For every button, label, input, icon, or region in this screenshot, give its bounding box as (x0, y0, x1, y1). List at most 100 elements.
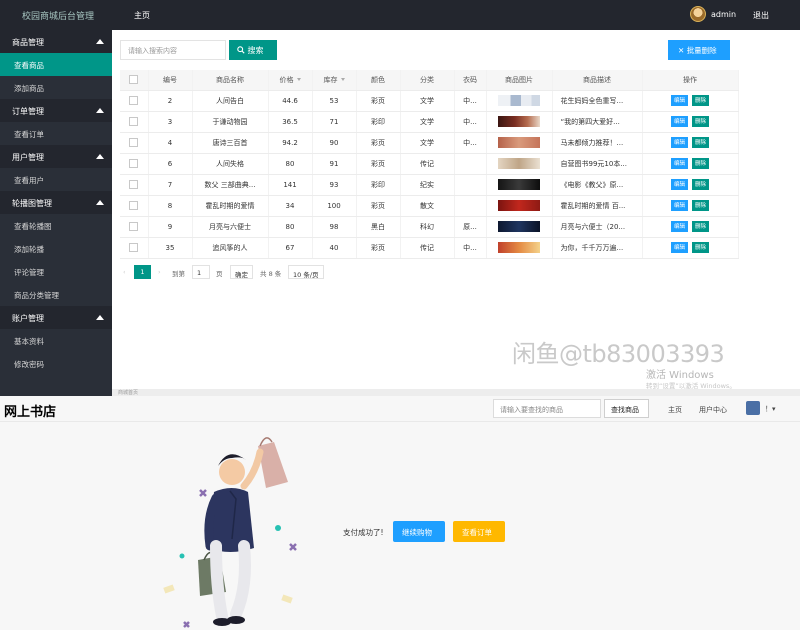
col-stock[interactable]: 库存 (312, 70, 357, 91)
sort-icon[interactable] (340, 78, 345, 82)
sidebar-group[interactable]: 轮播图管理 (0, 191, 112, 214)
chevron-up-icon (96, 315, 104, 320)
product-image (498, 242, 540, 253)
row-checkbox[interactable] (120, 90, 149, 112)
page-1[interactable]: 1 (134, 265, 151, 279)
delete-button[interactable]: 删除 (692, 95, 710, 106)
col-price[interactable]: 价格 (268, 70, 313, 91)
sidebar-item[interactable]: 商品分类管理 (0, 283, 112, 306)
cell-price: 44.6 (268, 90, 313, 112)
row-checkbox[interactable] (120, 174, 149, 196)
edit-button[interactable]: 编辑 (670, 116, 688, 127)
chevron-up-icon (96, 108, 104, 113)
sidebar-label: 查看订单 (14, 130, 44, 139)
search-button[interactable]: 搜索 (229, 40, 277, 60)
sidebar-item[interactable]: 修改密码 (0, 352, 112, 375)
sidebar-group[interactable]: 商品管理 (0, 30, 112, 53)
continue-shopping-button[interactable]: 继续购物 (393, 521, 445, 542)
row-checkbox[interactable] (120, 111, 149, 133)
shop-logo[interactable]: 网上书店 (4, 401, 56, 420)
sidebar-label: 查看商品 (14, 61, 44, 70)
edit-button[interactable]: 编辑 (670, 137, 688, 148)
cell-price: 80 (268, 153, 313, 175)
next-page-icon[interactable]: › (158, 268, 161, 276)
prev-page-icon[interactable]: ‹ (123, 268, 126, 276)
row-checkbox[interactable] (120, 216, 149, 238)
cell-stock: 53 (312, 90, 357, 112)
row-checkbox[interactable] (120, 132, 149, 154)
cell-id: 2 (148, 90, 193, 112)
product-image (498, 200, 540, 211)
sidebar-item[interactable]: 查看订单 (0, 122, 112, 145)
cell-stock: 100 (312, 195, 357, 217)
edit-button[interactable]: 编辑 (670, 200, 688, 211)
cell-name: 于谦动物园 (192, 111, 269, 133)
select-all-checkbox[interactable] (120, 70, 149, 91)
edit-button[interactable]: 编辑 (670, 158, 688, 169)
edit-button[interactable]: 编辑 (670, 179, 688, 190)
delete-button[interactable]: 删除 (692, 179, 710, 190)
goto-page-input[interactable]: 1 (192, 265, 210, 279)
sidebar-item[interactable]: 添加轮播 (0, 237, 112, 260)
goto-confirm-button[interactable]: 确定 (230, 265, 253, 279)
cell-image (486, 237, 553, 259)
sidebar-item[interactable]: 添加商品 (0, 76, 112, 99)
cell-category: 传记 (400, 153, 455, 175)
nav-more-dropdown[interactable]: ！▾ (765, 404, 776, 414)
row-checkbox[interactable] (120, 195, 149, 217)
cell-image (486, 153, 553, 175)
nav-avatar[interactable] (746, 401, 760, 415)
sidebar-item[interactable]: 基本资料 (0, 329, 112, 352)
delete-button[interactable]: 删除 (692, 137, 710, 148)
cell-price: 34 (268, 195, 313, 217)
cell-category: 科幻 (400, 216, 455, 238)
logout-link[interactable]: 退出 (753, 10, 769, 21)
edit-button[interactable]: 编辑 (670, 242, 688, 253)
delete-button[interactable]: 删除 (692, 200, 710, 211)
top-home-link[interactable]: 主页 (134, 10, 150, 21)
batch-delete-button[interactable]: ✕ 批量删除 (668, 40, 730, 60)
sidebar-item[interactable]: 评论管理 (0, 260, 112, 283)
delete-button[interactable]: 删除 (692, 158, 710, 169)
cell-size: 中... (454, 90, 487, 112)
nav-home-link[interactable]: 主页 (668, 405, 682, 415)
edit-button[interactable]: 编辑 (670, 221, 688, 232)
delete-button[interactable]: 删除 (692, 242, 710, 253)
row-checkbox[interactable] (120, 153, 149, 175)
sidebar-label: 用户管理 (12, 153, 44, 162)
cell-price: 94.2 (268, 132, 313, 154)
close-icon: ✕ (678, 46, 685, 55)
admin-brand[interactable]: 校园商城后台管理 (22, 9, 94, 22)
cell-stock: 91 (312, 153, 357, 175)
delete-button[interactable]: 删除 (692, 116, 710, 127)
user-avatar-icon[interactable] (690, 6, 706, 22)
cell-category: 文学 (400, 132, 455, 154)
cell-name: 追风筝的人 (192, 237, 269, 259)
sidebar-group[interactable]: 账户管理 (0, 306, 112, 329)
username[interactable]: admin (711, 10, 736, 19)
goods-table: 编号 商品名称 价格 库存 颜色 分类 衣码 商品图片 商品描述 操作 2 人间告… (120, 70, 739, 259)
page-size-select[interactable]: 10 条/页 (288, 265, 324, 279)
nav-user-center-link[interactable]: 用户中心 (699, 405, 727, 415)
sidebar-item[interactable]: 查看轮播图 (0, 214, 112, 237)
sidebar-item[interactable]: 查看商品 (0, 53, 112, 76)
delete-button[interactable]: 删除 (692, 221, 710, 232)
edit-button[interactable]: 编辑 (670, 95, 688, 106)
cell-desc: 马未都倾力推荐！... (552, 132, 643, 154)
view-orders-button[interactable]: 查看订单 (453, 521, 505, 542)
sidebar-item[interactable]: 查看用户 (0, 168, 112, 191)
search-input[interactable]: 请输入搜索内容 (120, 40, 226, 60)
table-row: 9 月亮与六便士 80 98 黑白 科幻 原... 月亮与六便士（20... 编辑 删除 (120, 216, 739, 238)
row-checkbox[interactable] (120, 237, 149, 259)
cell-price: 67 (268, 237, 313, 259)
cell-size (454, 153, 487, 175)
cell-desc: 花生妈妈全色重写... (552, 90, 643, 112)
sidebar-group[interactable]: 用户管理 (0, 145, 112, 168)
shop-search-input[interactable]: 请输入要查找的商品 (493, 399, 601, 418)
sidebar-group[interactable]: 订单管理 (0, 99, 112, 122)
table-header-row: 编号 商品名称 价格 库存 颜色 分类 衣码 商品图片 商品描述 操作 (120, 70, 739, 91)
shop-search-button[interactable]: 查找商品 (604, 399, 649, 418)
sort-icon[interactable] (296, 78, 301, 82)
shop-header: 网上书店 请输入要查找的商品 查找商品 主页 用户中心 ！▾ (0, 396, 800, 422)
product-image (498, 137, 540, 148)
